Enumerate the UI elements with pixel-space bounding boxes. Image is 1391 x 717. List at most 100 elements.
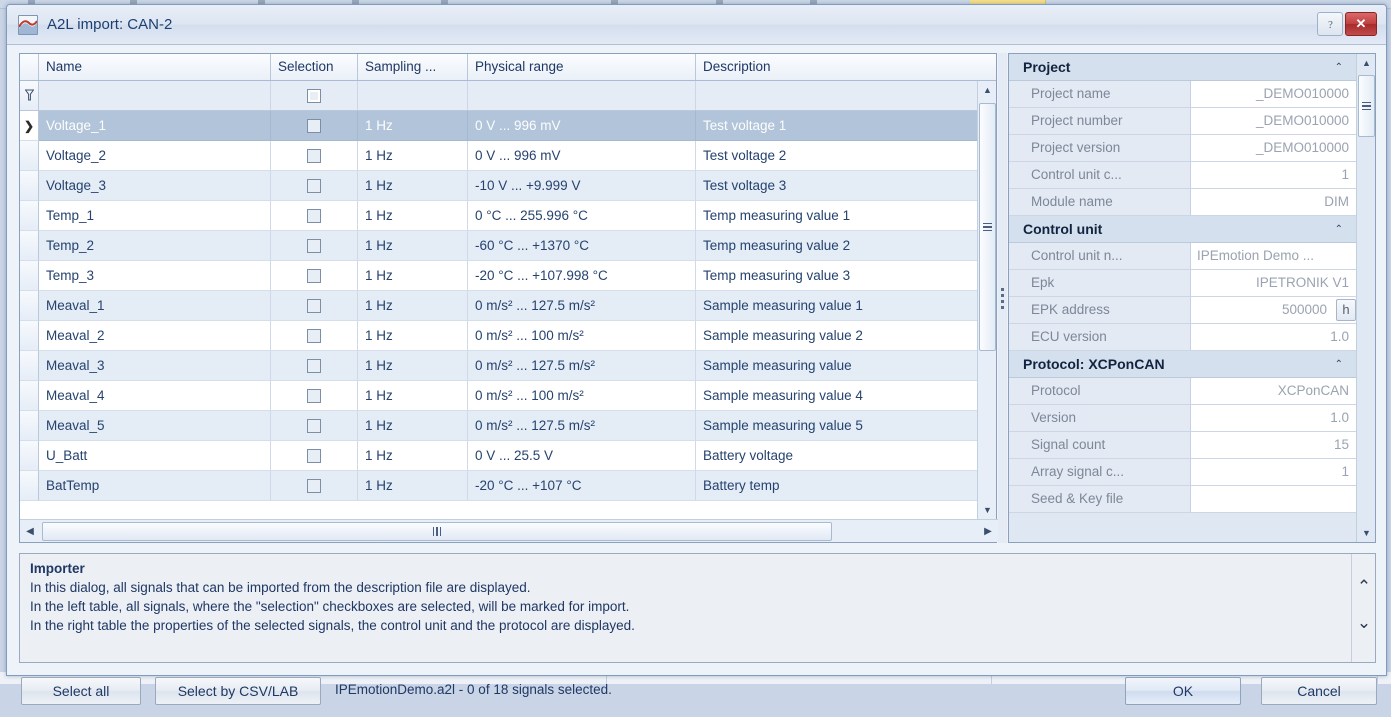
checkbox-icon[interactable] (307, 389, 321, 403)
table-row[interactable]: Voltage_2 1 Hz 0 V ... 996 mV Test volta… (20, 141, 996, 171)
hex-unit-button[interactable]: h (1336, 299, 1356, 321)
property-value[interactable]: 1.0 (1191, 324, 1357, 351)
property-row[interactable]: Project number _DEMO010000 (1009, 108, 1357, 135)
cell-selection[interactable] (271, 261, 358, 291)
checkbox-icon[interactable] (307, 359, 321, 373)
cell-selection[interactable] (271, 201, 358, 231)
table-row[interactable]: Temp_3 1 Hz -20 °C ... +107.998 °C Temp … (20, 261, 996, 291)
chevron-up-icon[interactable]: ⌃ (1335, 224, 1343, 235)
table-row[interactable]: Voltage_3 1 Hz -10 V ... +9.999 V Test v… (20, 171, 996, 201)
cell-selection[interactable] (271, 321, 358, 351)
help-button[interactable]: ? (1317, 12, 1343, 36)
column-header-name[interactable]: Name (39, 54, 271, 80)
checkbox-icon[interactable] (307, 479, 321, 493)
property-value[interactable]: IPETRONIK V1 (1191, 270, 1357, 297)
info-scroll-up-icon[interactable]: ⌃ (1352, 570, 1376, 604)
property-value[interactable]: 1 (1191, 459, 1357, 486)
table-row[interactable]: Temp_2 1 Hz -60 °C ... +1370 °C Temp mea… (20, 231, 996, 261)
column-header-sampling[interactable]: Sampling ... (358, 54, 468, 80)
filter-range-input[interactable] (468, 81, 696, 110)
table-row[interactable]: Temp_1 1 Hz 0 °C ... 255.996 °C Temp mea… (20, 201, 996, 231)
scroll-right-arrow-icon[interactable]: ▶ (978, 520, 998, 542)
cell-selection[interactable] (271, 141, 358, 171)
grid-hscroll-thumb[interactable] (42, 522, 832, 541)
scroll-up-arrow-icon[interactable]: ▲ (978, 81, 997, 99)
property-row[interactable]: Control unit n... IPEmotion Demo ... (1009, 243, 1357, 270)
property-row[interactable]: EPK address 500000 h (1009, 297, 1357, 324)
table-row[interactable]: U_Batt 1 Hz 0 V ... 25.5 V Battery volta… (20, 441, 996, 471)
info-scroll-down-icon[interactable]: ⌄ (1352, 606, 1376, 640)
property-row[interactable]: Protocol XCPonCAN (1009, 378, 1357, 405)
select-by-csv-lab-button[interactable]: Select by CSV/LAB (155, 677, 321, 705)
scroll-left-arrow-icon[interactable]: ◀ (20, 520, 40, 542)
checkbox-icon[interactable] (307, 449, 321, 463)
title-bar[interactable]: A2L import: CAN-2 ? ✕ (7, 5, 1386, 45)
cell-selection[interactable] (271, 411, 358, 441)
grid-vertical-scrollbar[interactable]: ▲ ▼ (977, 81, 996, 519)
filter-selection-checkbox[interactable] (271, 81, 358, 110)
checkbox-icon[interactable] (307, 179, 321, 193)
cell-selection[interactable] (271, 471, 358, 501)
property-group-control-unit[interactable]: Control unit ⌃ (1009, 216, 1357, 243)
property-row[interactable]: Signal count 15 (1009, 432, 1357, 459)
table-row[interactable]: Meaval_3 1 Hz 0 m/s² ... 127.5 m/s² Samp… (20, 351, 996, 381)
column-header-physical-range[interactable]: Physical range (468, 54, 696, 80)
property-vertical-scrollbar[interactable]: ▲ ▼ (1356, 54, 1375, 542)
grid-filter-row[interactable] (20, 81, 996, 111)
column-header-description[interactable]: Description (696, 54, 998, 80)
checkbox-icon[interactable] (307, 119, 321, 133)
filter-funnel-icon[interactable] (20, 81, 39, 110)
property-value[interactable]: _DEMO010000 (1191, 108, 1357, 135)
property-row[interactable]: ECU version 1.0 (1009, 324, 1357, 351)
property-row[interactable]: Array signal c... 1 (1009, 459, 1357, 486)
table-row[interactable]: Meaval_1 1 Hz 0 m/s² ... 127.5 m/s² Samp… (20, 291, 996, 321)
property-value[interactable]: IPEmotion Demo ... (1191, 243, 1357, 270)
scroll-up-arrow-icon[interactable]: ▲ (1357, 54, 1376, 72)
property-row[interactable]: Epk IPETRONIK V1 (1009, 270, 1357, 297)
close-button[interactable]: ✕ (1345, 12, 1377, 36)
checkbox-icon[interactable] (307, 149, 321, 163)
property-row[interactable]: Control unit c... 1 (1009, 162, 1357, 189)
cell-selection[interactable] (271, 111, 358, 141)
cell-selection[interactable] (271, 171, 358, 201)
property-row[interactable]: Seed & Key file (1009, 486, 1357, 513)
filter-description-input[interactable] (696, 81, 979, 110)
cell-selection[interactable] (271, 291, 358, 321)
chevron-up-icon[interactable]: ⌃ (1335, 62, 1343, 73)
property-value[interactable]: 1.0 (1191, 405, 1357, 432)
grid-vscroll-thumb[interactable] (979, 103, 996, 351)
scroll-down-arrow-icon[interactable]: ▼ (978, 501, 997, 519)
cell-selection[interactable] (271, 231, 358, 261)
table-row[interactable]: ❯ Voltage_1 1 Hz 0 V ... 996 mV Test vol… (20, 111, 996, 141)
checkbox-icon[interactable] (307, 419, 321, 433)
filter-name-input[interactable] (39, 81, 271, 110)
property-value[interactable] (1191, 486, 1357, 513)
scroll-down-arrow-icon[interactable]: ▼ (1357, 524, 1376, 542)
table-row[interactable]: Meaval_2 1 Hz 0 m/s² ... 100 m/s² Sample… (20, 321, 996, 351)
signal-grid[interactable]: Name Selection Sampling ... Physical ran… (19, 53, 997, 543)
select-all-button[interactable]: Select all (21, 677, 141, 705)
grid-horizontal-scrollbar[interactable]: ◀ ▶ (20, 519, 998, 542)
property-panel[interactable]: Project ⌃ Project name _DEMO010000 Proje… (1008, 53, 1376, 543)
property-row[interactable]: Module name DIM (1009, 189, 1357, 216)
property-value[interactable]: DIM (1191, 189, 1357, 216)
property-value[interactable]: _DEMO010000 (1191, 135, 1357, 162)
property-row[interactable]: Project version _DEMO010000 (1009, 135, 1357, 162)
table-row[interactable]: BatTemp 1 Hz -20 °C ... +107 °C Battery … (20, 471, 996, 501)
cell-selection[interactable] (271, 351, 358, 381)
property-value[interactable]: XCPonCAN (1191, 378, 1357, 405)
checkbox-icon[interactable] (307, 269, 321, 283)
property-vscroll-thumb[interactable] (1358, 75, 1375, 137)
property-value[interactable]: 15 (1191, 432, 1357, 459)
column-header-selection[interactable]: Selection (271, 54, 358, 80)
checkbox-icon[interactable] (307, 329, 321, 343)
cell-selection[interactable] (271, 441, 358, 471)
panel-splitter[interactable] (998, 53, 1007, 543)
property-row[interactable]: Version 1.0 (1009, 405, 1357, 432)
property-value[interactable]: _DEMO010000 (1191, 81, 1357, 108)
filter-sampling-input[interactable] (358, 81, 468, 110)
ok-button[interactable]: OK (1125, 677, 1241, 705)
property-row[interactable]: Project name _DEMO010000 (1009, 81, 1357, 108)
checkbox-icon[interactable] (307, 209, 321, 223)
property-value[interactable]: 500000 (1191, 297, 1357, 324)
